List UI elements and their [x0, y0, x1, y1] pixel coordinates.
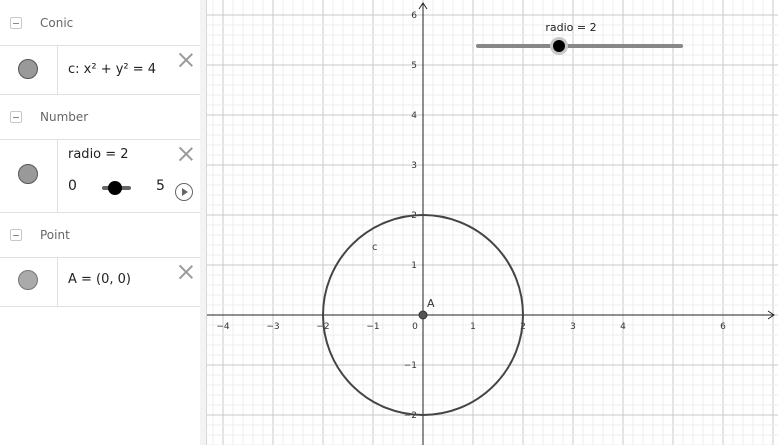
slider-thumb[interactable]: [553, 40, 565, 52]
point-a[interactable]: [418, 310, 428, 320]
view-splitter[interactable]: [200, 0, 207, 445]
y-tick-label: 4: [411, 111, 417, 121]
delete-icon[interactable]: [178, 146, 194, 162]
grid: [207, 0, 778, 445]
group-header-point[interactable]: Point: [0, 214, 200, 258]
play-icon[interactable]: [175, 183, 193, 201]
y-tick-label: 5: [411, 61, 417, 71]
divider: [57, 46, 58, 94]
slider-thumb[interactable]: [108, 181, 122, 195]
collapse-icon[interactable]: [10, 17, 22, 29]
y-tick-label: −1: [404, 361, 417, 371]
algebra-view: Conic c: x² + y² = 4 Number radio = 2 0 …: [0, 0, 201, 445]
collapse-icon[interactable]: [10, 229, 22, 241]
x-tick-label: −4: [216, 322, 230, 332]
x-tick-label: 6: [720, 322, 726, 332]
x-tick-label: 3: [570, 322, 576, 332]
group-label-number: Number: [40, 110, 89, 124]
x-tick-label: 0: [412, 322, 418, 332]
group-header-conic[interactable]: Conic: [0, 2, 200, 46]
slider-max-label: 5: [156, 178, 165, 194]
visibility-toggle-icon[interactable]: [18, 270, 38, 290]
radio-slider[interactable]: radio = 2: [476, 21, 683, 55]
y-tick-label: 3: [411, 161, 417, 171]
visibility-toggle-icon[interactable]: [18, 164, 38, 184]
slider-min-label: 0: [68, 178, 77, 194]
group-label-conic: Conic: [40, 16, 74, 30]
visibility-toggle-icon[interactable]: [18, 59, 38, 79]
axes: [207, 2, 775, 445]
divider: [57, 140, 58, 212]
algebra-item-point[interactable]: A = (0, 0): [0, 257, 200, 307]
formula-number[interactable]: radio = 2: [68, 147, 129, 162]
algebra-item-conic[interactable]: c: x² + y² = 4: [0, 45, 200, 95]
x-tick-label: 1: [470, 322, 476, 332]
delete-icon[interactable]: [178, 52, 194, 68]
y-tick-label: 6: [411, 11, 417, 21]
algebra-item-number[interactable]: radio = 2 0 5: [0, 139, 200, 213]
x-tick-label: −3: [266, 322, 279, 332]
divider: [57, 258, 58, 306]
graphics-view[interactable]: −4 −3 −2 −1 0 1 2 3 4 6 6 5 4 3 2 1 −1 −…: [207, 0, 778, 445]
collapse-icon[interactable]: [10, 111, 22, 123]
x-tick-label: −1: [366, 322, 379, 332]
group-label-point: Point: [40, 228, 70, 242]
y-tick-label: 1: [411, 261, 417, 271]
group-header-number[interactable]: Number: [0, 96, 200, 140]
formula-point[interactable]: A = (0, 0): [68, 272, 131, 287]
point-label: A: [427, 297, 435, 310]
circle-label: c: [372, 242, 378, 253]
delete-icon[interactable]: [178, 264, 194, 280]
slider-caption: radio = 2: [545, 21, 596, 34]
x-tick-label: 4: [620, 322, 626, 332]
formula-conic[interactable]: c: x² + y² = 4: [68, 62, 156, 77]
